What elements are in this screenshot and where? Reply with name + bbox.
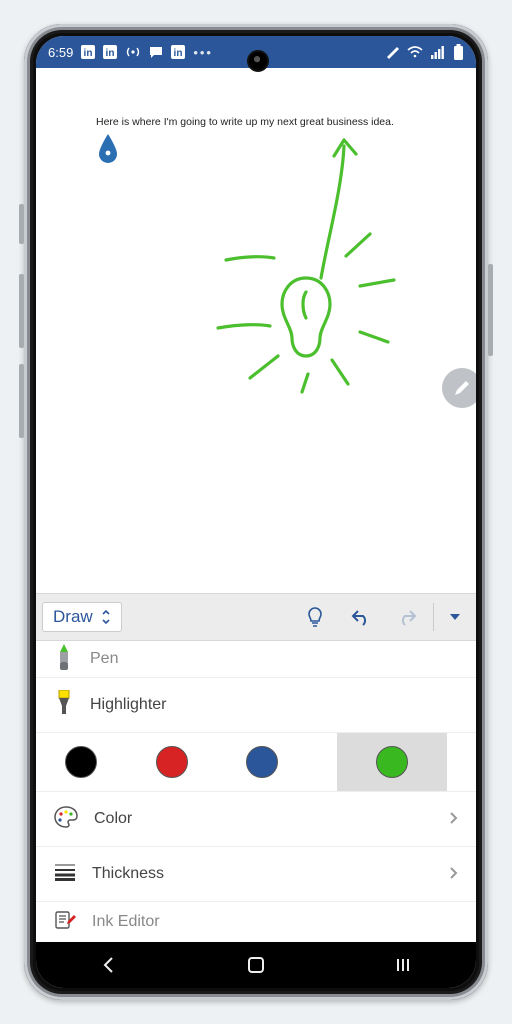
undo-button[interactable]	[341, 597, 381, 637]
option-color[interactable]: Color	[36, 792, 476, 847]
option-ink-editor-label: Ink Editor	[92, 913, 458, 931]
svg-text:in: in	[106, 48, 115, 59]
signal-icon	[431, 45, 445, 59]
volume-down-button	[19, 364, 24, 438]
chevron-right-icon	[448, 809, 458, 830]
status-more-dots: •••	[193, 45, 213, 60]
tool-pen-label: Pen	[90, 650, 458, 668]
power-button	[488, 264, 493, 356]
toolbar-collapse-button[interactable]	[440, 597, 470, 637]
tool-highlighter[interactable]: Highlighter	[36, 678, 476, 733]
swatch-green-selected[interactable]	[337, 733, 447, 791]
swatch-blue[interactable]	[246, 746, 278, 778]
option-ink-editor[interactable]: Ink Editor	[36, 902, 476, 942]
color-swatch-row	[36, 733, 476, 792]
ribbon-tab-label: Draw	[53, 607, 93, 627]
nav-recents-button[interactable]	[373, 949, 433, 981]
ink-editor-icon	[54, 909, 76, 936]
nav-home-button[interactable]	[226, 949, 286, 981]
ribbon-toolbar: Draw	[36, 593, 476, 641]
tool-pen[interactable]: Pen	[36, 641, 476, 678]
linkedin-icon: in	[81, 45, 95, 59]
chevron-right-icon	[448, 864, 458, 885]
ribbon-tab-draw[interactable]: Draw	[42, 602, 122, 632]
linkedin-icon: in	[171, 45, 185, 59]
option-color-label: Color	[94, 810, 432, 828]
hint-button[interactable]	[295, 597, 335, 637]
pen-status-icon	[385, 45, 399, 59]
palette-icon	[54, 806, 78, 833]
nav-back-button[interactable]	[79, 949, 139, 981]
draw-options-panel: Pen Highlighter	[36, 641, 476, 942]
swatch-red[interactable]	[156, 746, 188, 778]
battery-icon	[453, 44, 464, 60]
svg-text:in: in	[84, 48, 93, 59]
user-sketch	[156, 128, 416, 398]
phone-frame: 6:59 in in in •••	[24, 24, 488, 1000]
svg-text:in: in	[174, 48, 183, 59]
redo-button[interactable]	[387, 597, 427, 637]
android-nav-bar	[36, 942, 476, 988]
document-text: Here is where I'm going to write up my n…	[96, 116, 394, 128]
tool-highlighter-label: Highlighter	[90, 696, 458, 714]
option-thickness-label: Thickness	[92, 865, 432, 883]
volume-up-button	[19, 274, 24, 348]
edit-fab[interactable]	[442, 368, 476, 408]
document-canvas[interactable]: Here is where I'm going to write up my n…	[36, 68, 476, 593]
swatch-black[interactable]	[65, 746, 97, 778]
broadcast-icon	[125, 45, 141, 59]
wifi-icon	[407, 45, 423, 59]
tab-switch-icon	[101, 609, 111, 625]
ink-drop-icon	[96, 132, 120, 169]
option-thickness[interactable]: Thickness	[36, 847, 476, 902]
thickness-icon	[54, 863, 76, 886]
front-camera	[247, 50, 269, 72]
chat-icon	[149, 45, 163, 59]
pen-icon	[54, 644, 74, 675]
linkedin-icon: in	[103, 45, 117, 59]
side-button	[19, 204, 24, 244]
highlighter-icon	[54, 690, 74, 721]
status-time: 6:59	[48, 45, 73, 60]
